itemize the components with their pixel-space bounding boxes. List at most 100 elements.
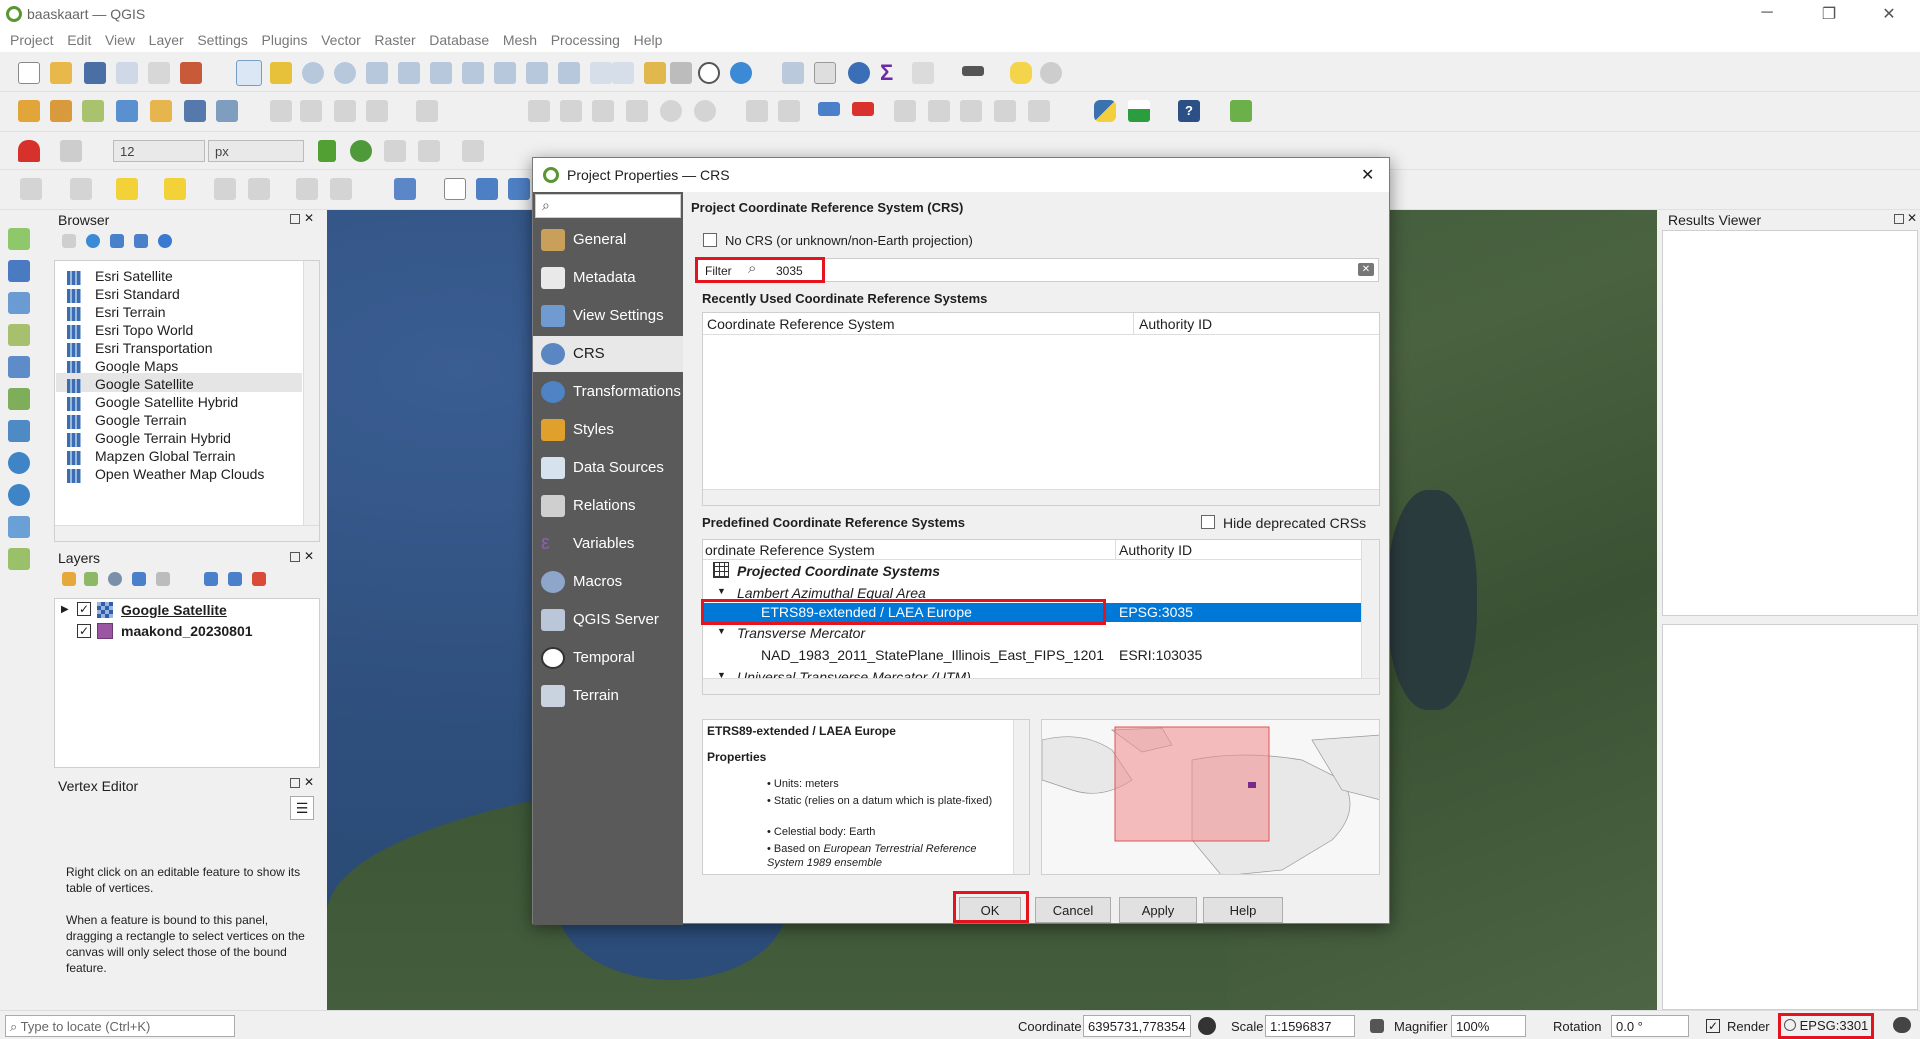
unit-select[interactable]: px	[208, 140, 304, 162]
manage-themes-icon[interactable]	[108, 572, 122, 586]
new-temporary-layer-icon[interactable]	[150, 100, 172, 122]
add-xyz-icon[interactable]	[8, 516, 30, 538]
browser-tree[interactable]: Esri Satellite Esri Standard Esri Terrai…	[54, 260, 320, 542]
add-mesh-icon[interactable]	[8, 292, 30, 314]
nav-general[interactable]: General	[533, 222, 683, 258]
results-detail[interactable]	[1662, 624, 1918, 1010]
enable-properties-icon[interactable]	[158, 234, 172, 248]
restore-icon[interactable]: ❐	[1814, 4, 1844, 24]
rotate-feature-icon[interactable]	[248, 178, 270, 200]
map-tips-icon[interactable]	[1010, 62, 1032, 84]
menu-project[interactable]: Project	[10, 28, 54, 48]
tree-vscrollbar[interactable]	[1361, 540, 1379, 678]
font-size-spinbox[interactable]: 12	[113, 140, 205, 162]
nav-styles[interactable]: Styles	[533, 412, 683, 448]
browser-item-esri-satellite[interactable]: Esri Satellite	[95, 268, 173, 284]
layer-checkbox[interactable]: ✓	[77, 602, 91, 616]
filter-by-expression-icon[interactable]	[156, 572, 170, 586]
refresh-icon[interactable]	[730, 62, 752, 84]
menu-raster[interactable]: Raster	[374, 28, 415, 48]
deselect-all-icon[interactable]	[116, 178, 138, 200]
save-project-icon[interactable]	[84, 62, 106, 84]
select-location-icon[interactable]	[164, 178, 186, 200]
python-console-icon[interactable]	[1094, 100, 1116, 122]
identify-icon[interactable]	[782, 62, 804, 84]
browser-item-esri-transportation[interactable]: Esri Transportation	[95, 340, 213, 356]
browser-item-esri-standard[interactable]: Esri Standard	[95, 286, 180, 302]
bookmark-icon[interactable]	[644, 62, 666, 84]
menu-settings[interactable]: Settings	[197, 28, 248, 48]
digitizing-tools-icon[interactable]	[214, 178, 236, 200]
offset-curve-icon[interactable]	[330, 178, 352, 200]
toggle-editing-icon[interactable]	[300, 100, 322, 122]
layer-filter-icon[interactable]	[132, 572, 146, 586]
scale-field[interactable]: 1:1596837	[1265, 1015, 1355, 1037]
help-button[interactable]: Help	[1203, 897, 1283, 923]
browser-item-open-weather-map-clouds[interactable]: Open Weather Map Clouds	[95, 466, 264, 482]
recent-hscrollbar[interactable]	[703, 489, 1379, 505]
plugin-grass-icon[interactable]	[1128, 100, 1150, 122]
add-spatialite-icon[interactable]	[8, 356, 30, 378]
nav-search-input[interactable]: ⌕	[535, 194, 681, 218]
expand-arrow-icon[interactable]: ▼	[717, 586, 726, 596]
menu-layer[interactable]: Layer	[149, 28, 184, 48]
dock-float-icon[interactable]	[290, 778, 300, 788]
dock-close-icon[interactable]: ✕	[304, 775, 314, 789]
simplify-icon[interactable]	[296, 178, 318, 200]
field-calculator-icon[interactable]	[912, 62, 934, 84]
select-by-area-icon[interactable]	[20, 178, 42, 200]
messages-icon[interactable]	[1893, 1017, 1911, 1033]
zoom-out-icon[interactable]	[334, 62, 356, 84]
snapping-mode-icon[interactable]	[60, 140, 82, 162]
browser-item-google-maps[interactable]: Google Maps	[95, 358, 178, 374]
pan-icon[interactable]	[236, 60, 262, 86]
add-vector-tile-icon[interactable]	[8, 548, 30, 570]
dialog-close-icon[interactable]: ✕	[1361, 165, 1374, 185]
label-change-icon[interactable]	[960, 100, 982, 122]
new-project-icon[interactable]	[18, 62, 40, 84]
menu-vector[interactable]: Vector	[321, 28, 361, 48]
add-group-icon[interactable]	[84, 572, 98, 586]
add-feature-icon[interactable]	[366, 100, 388, 122]
browser-item-google-satellite-hybrid[interactable]: Google Satellite Hybrid	[95, 394, 238, 410]
recent-crs-table[interactable]: Coordinate Reference System Authority ID	[702, 312, 1380, 506]
label-rotate-icon[interactable]	[928, 100, 950, 122]
browser-item-esri-terrain[interactable]: Esri Terrain	[95, 304, 166, 320]
nav-terrain[interactable]: Terrain	[533, 678, 683, 714]
nav-variables[interactable]: ε Variables	[533, 526, 683, 562]
recent-col-authority[interactable]: Authority ID	[1139, 316, 1212, 332]
add-selected-layers-icon[interactable]	[62, 234, 76, 248]
edit-pencil-icon[interactable]	[270, 100, 292, 122]
lock-scale-icon[interactable]	[1370, 1019, 1384, 1033]
browser-item-mapzen-global-terrain[interactable]: Mapzen Global Terrain	[95, 448, 236, 464]
label-abc-blue-icon[interactable]	[818, 102, 840, 116]
details-vscrollbar[interactable]	[1013, 720, 1029, 874]
menu-processing[interactable]: Processing	[551, 28, 620, 48]
layer-maakond[interactable]: maakond_20230801	[121, 623, 253, 639]
remove-layer-icon[interactable]	[252, 572, 266, 586]
redo-icon[interactable]	[694, 100, 716, 122]
label-move-icon[interactable]	[894, 100, 916, 122]
dock-float-icon[interactable]	[290, 552, 300, 562]
toggle-extents-icon[interactable]	[1198, 1017, 1216, 1035]
vertex-editor-menu-icon[interactable]: ☰	[290, 796, 314, 820]
collapse-all-icon[interactable]	[134, 234, 148, 248]
dock-float-icon[interactable]	[1894, 214, 1904, 224]
new-mesh-layer-icon[interactable]	[216, 100, 238, 122]
nav-transformations[interactable]: Transformations	[533, 374, 683, 410]
plugin-update-icon[interactable]	[1230, 100, 1252, 122]
paste-features-icon[interactable]	[626, 100, 648, 122]
menu-view[interactable]: View	[105, 28, 135, 48]
magnifier-field[interactable]: 100%	[1451, 1015, 1526, 1037]
label-tool-icon[interactable]	[394, 178, 416, 200]
dock-close-icon[interactable]: ✕	[1907, 211, 1917, 225]
temporal-controller-icon[interactable]	[698, 62, 720, 84]
expand-all-icon[interactable]	[204, 572, 218, 586]
menu-database[interactable]: Database	[429, 28, 489, 48]
new-3d-view-icon[interactable]	[612, 62, 634, 84]
add-delimited-text-icon[interactable]	[8, 324, 30, 346]
nav-crs[interactable]: CRS	[533, 336, 683, 372]
data-source-manager-icon[interactable]	[18, 100, 40, 122]
add-raster-icon[interactable]	[8, 260, 30, 282]
tree-row-nad-id[interactable]: ESRI:103035	[1119, 647, 1202, 663]
